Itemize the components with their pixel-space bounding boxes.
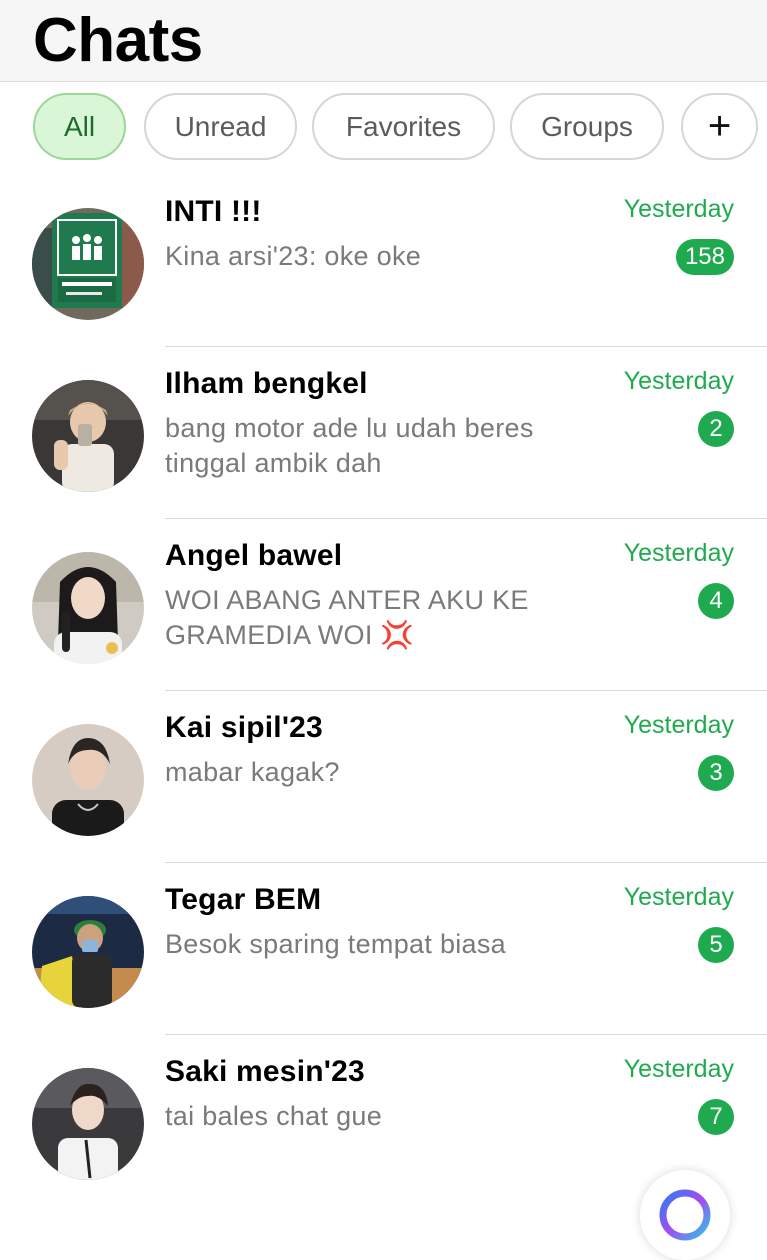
- plus-icon: +: [707, 104, 732, 148]
- chat-row[interactable]: Saki mesin'23 tai bales chat gue Yesterd…: [0, 1035, 767, 1207]
- avatar[interactable]: [32, 724, 144, 836]
- chat-name: Angel bawel: [165, 539, 343, 572]
- chat-preview: Kina arsi'23: oke oke: [165, 241, 422, 271]
- chat-preview: mabar kagak?: [165, 757, 340, 787]
- avatar[interactable]: [32, 1068, 144, 1180]
- unread-badge: 158: [675, 239, 734, 275]
- chat-preview: bang motor ade lu udah beres tinggal amb…: [165, 413, 534, 478]
- avatar[interactable]: [32, 208, 144, 320]
- chat-timestamp: Yesterday: [623, 1055, 734, 1083]
- chat-row[interactable]: INTI !!! Kina arsi'23: oke oke Yesterday…: [0, 175, 767, 347]
- avatar[interactable]: [32, 896, 144, 1008]
- filter-chip-favorites[interactable]: Favorites: [312, 93, 495, 160]
- filter-bar: All Unread Favorites Groups +: [0, 93, 767, 161]
- chat-name: INTI !!!: [165, 195, 262, 228]
- filter-chip-unread[interactable]: Unread: [144, 93, 297, 160]
- chat-timestamp: Yesterday: [623, 539, 734, 567]
- filter-chip-groups[interactable]: Groups: [510, 93, 664, 160]
- unread-badge: 5: [698, 927, 734, 963]
- meta-ai-button[interactable]: [640, 1170, 730, 1260]
- unread-badge: 4: [698, 583, 734, 619]
- chat-name: Tegar BEM: [165, 883, 322, 916]
- chat-row[interactable]: Kai sipil'23 mabar kagak? Yesterday 3: [0, 691, 767, 863]
- chat-row[interactable]: Angel bawel WOI ABANG ANTER AKU KE GRAME…: [0, 519, 767, 691]
- unread-badge: 7: [698, 1099, 734, 1135]
- header: Chats: [0, 0, 767, 82]
- chat-timestamp: Yesterday: [623, 195, 734, 223]
- chat-name: Saki mesin'23: [165, 1055, 365, 1088]
- chat-row[interactable]: Ilham bengkel bang motor ade lu udah ber…: [0, 347, 767, 519]
- unread-badge: 3: [698, 755, 734, 791]
- unread-badge: 2: [698, 411, 734, 447]
- avatar[interactable]: [32, 552, 144, 664]
- chat-timestamp: Yesterday: [623, 367, 734, 395]
- chat-name: Ilham bengkel: [165, 367, 368, 400]
- page-title: Chats: [33, 6, 203, 75]
- chat-row[interactable]: Tegar BEM Besok sparing tempat biasa Yes…: [0, 863, 767, 1035]
- filter-chip-all[interactable]: All: [33, 93, 126, 160]
- chat-preview: tai bales chat gue: [165, 1101, 383, 1131]
- chat-timestamp: Yesterday: [623, 711, 734, 739]
- meta-ai-icon: [659, 1189, 711, 1241]
- chat-timestamp: Yesterday: [623, 883, 734, 911]
- add-filter-button[interactable]: +: [681, 93, 758, 160]
- avatar[interactable]: [32, 380, 144, 492]
- chat-preview: Besok sparing tempat biasa: [165, 929, 506, 959]
- chat-preview: WOI ABANG ANTER AKU KE GRAMEDIA WOI 💢: [165, 585, 529, 650]
- chat-name: Kai sipil'23: [165, 711, 323, 744]
